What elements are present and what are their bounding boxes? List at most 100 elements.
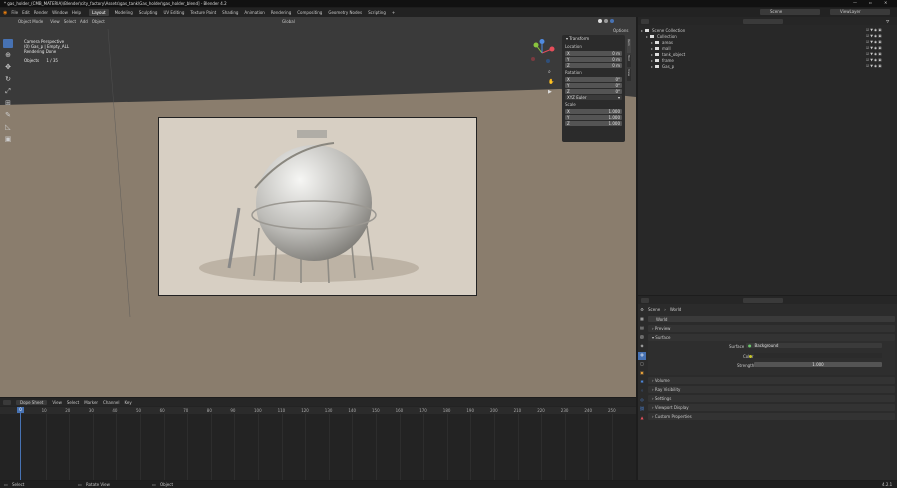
dope-menu-channel[interactable]: Channel (103, 400, 119, 405)
move-tool-icon[interactable]: ✥ (3, 63, 13, 72)
measure-tool-icon[interactable]: ◺ (3, 123, 13, 132)
tab-compositing[interactable]: Compositing (297, 10, 322, 15)
world-datablock-field[interactable]: World (648, 316, 895, 322)
viewport-menu-add[interactable]: Add (80, 19, 88, 24)
surface-panel[interactable]: ▾ Surface (648, 334, 895, 341)
viewport-menu-view[interactable]: View (50, 19, 60, 24)
tab-scripting[interactable]: Scripting (368, 10, 386, 15)
rotation-y-field[interactable]: Y 0° (565, 83, 622, 88)
blender-logo-icon[interactable]: ◉ (3, 10, 7, 16)
strength-field[interactable]: 1.000 (754, 362, 882, 367)
menu-render[interactable]: Render (34, 10, 48, 15)
transform-orientation[interactable]: Global (278, 18, 299, 24)
tab-view[interactable]: View (627, 69, 631, 81)
location-y-field[interactable]: Y0 m (565, 57, 622, 62)
close-button[interactable]: ✕ (884, 0, 887, 5)
tab-shading[interactable]: Shading (222, 10, 238, 15)
visibility-toggles[interactable]: ☑ ▼ ◉ ▣ (866, 58, 882, 62)
dope-sheet[interactable]: Dope Sheet View Select Marker Channel Ke… (0, 398, 636, 480)
visibility-toggles[interactable]: ☑ ▼ ◉ ▣ (866, 64, 882, 68)
properties-search-input[interactable] (743, 297, 783, 303)
cursor-tool-icon[interactable]: ⊕ (3, 51, 13, 60)
viewport-menu-select[interactable]: Select (64, 19, 76, 24)
settings-panel[interactable]: › Settings (648, 395, 895, 402)
dope-menu-key[interactable]: Key (124, 400, 131, 405)
properties-editor[interactable]: ⚙ ▦ ▤ ▧ ◈ ◍ ▢ ▣ ✱ ⁘ ◎ ⛓ ▲ Scene › World … (638, 296, 897, 480)
filter-icon[interactable]: ⛛ (886, 19, 889, 24)
expand-arrow-icon[interactable]: ▸ (651, 52, 653, 57)
output-tab-icon[interactable]: ▤ (638, 325, 646, 333)
visibility-toggles[interactable]: ☑ ▼ ◉ ▣ (866, 34, 882, 38)
ray-visibility-panel[interactable]: › Ray Visibility (648, 386, 895, 393)
expand-arrow-icon[interactable]: ▸ (646, 34, 648, 39)
visibility-toggles[interactable]: ☑ ▼ ◉ ▣ (866, 28, 882, 32)
scene-selector[interactable]: Scene (760, 9, 820, 15)
dope-menu-select[interactable]: Select (67, 400, 79, 405)
scale-tool-icon[interactable]: ⤢ (3, 87, 13, 96)
data-tab-icon[interactable]: ▲ (638, 415, 646, 423)
render-tab-icon[interactable]: ▦ (638, 316, 646, 324)
collection-tab-icon[interactable]: ▢ (638, 361, 646, 369)
object-tab-icon[interactable]: ▣ (638, 370, 646, 378)
camera-view-icon[interactable]: ▶ (548, 89, 552, 95)
zoom-view-icon[interactable]: ⌕ (548, 69, 551, 75)
tab-layout[interactable]: Layout (88, 9, 109, 16)
menu-help[interactable]: Help (72, 10, 81, 15)
shading-rendered-icon[interactable] (610, 19, 614, 23)
preview-panel[interactable]: › Preview (648, 325, 895, 332)
maximize-button[interactable]: ▫ (869, 0, 872, 5)
menu-window[interactable]: Window (52, 10, 68, 15)
transform-tool-icon[interactable]: ⊞ (3, 99, 13, 108)
add-workspace-button[interactable]: + (392, 10, 395, 15)
view-layer-selector[interactable]: ViewLayer (830, 9, 890, 15)
physics-tab-icon[interactable]: ◎ (638, 397, 646, 405)
particles-tab-icon[interactable]: ⁘ (638, 388, 646, 396)
dope-menu-marker[interactable]: Marker (84, 400, 98, 405)
properties-editor-type[interactable] (641, 297, 649, 303)
visibility-toggles[interactable]: ☑ ▼ ◉ ▣ (866, 52, 882, 56)
editor-type-button[interactable] (3, 18, 11, 24)
expand-arrow-icon[interactable]: ▸ (651, 40, 653, 45)
outliner-search-input[interactable] (743, 18, 783, 24)
shading-solid-icon[interactable] (598, 19, 602, 23)
annotate-tool-icon[interactable]: ✎ (3, 111, 13, 120)
scale-z-field[interactable]: Z 1.000 (565, 121, 622, 126)
navigation-gizmo[interactable] (528, 39, 556, 67)
expand-arrow-icon[interactable]: ▸ (651, 64, 653, 69)
modifier-tab-icon[interactable]: ✱ (638, 379, 646, 387)
frame-ruler[interactable]: 10 20 30 40 50 60 70 80 90 100 110 120 130 140 150 160 1… (0, 407, 636, 414)
menu-edit[interactable]: Edit (22, 10, 30, 15)
tab-rendering[interactable]: Rendering (271, 10, 291, 15)
scene-tab-icon[interactable]: ◈ (638, 343, 646, 351)
menu-file[interactable]: File (11, 10, 18, 15)
tab-sculpting[interactable]: Sculpting (139, 10, 158, 15)
dope-sheet-mode[interactable]: Dope Sheet (16, 399, 48, 405)
surface-shader-field[interactable]: ● Background (746, 343, 882, 348)
rotation-z-field[interactable]: Z 0° (565, 89, 622, 94)
add-cube-tool-icon[interactable]: ▣ (3, 135, 13, 144)
outliner[interactable]: ⛛ ▸ Scene Collection ☑ ▼ ◉ ▣ ▸ Collection ☑ ▼… (638, 17, 897, 295)
scale-y-field[interactable]: Y 1.000 (565, 115, 622, 120)
dope-menu-view[interactable]: View (52, 400, 62, 405)
tab-geometry-nodes[interactable]: Geometry Nodes (328, 10, 362, 15)
pan-view-icon[interactable]: ✋ (548, 79, 554, 85)
expand-arrow-icon[interactable]: ▸ (651, 46, 653, 51)
viewport-3d[interactable]: Object Mode View Select Add Object Globa… (0, 17, 636, 397)
location-x-field[interactable]: X0 m (565, 51, 622, 56)
tab-animation[interactable]: Animation (244, 10, 264, 15)
volume-panel[interactable]: › Volume (648, 377, 895, 384)
tab-modeling[interactable]: Modeling (115, 10, 133, 15)
constraints-tab-icon[interactable]: ⛓ (638, 406, 646, 414)
visibility-toggles[interactable]: ☑ ▼ ◉ ▣ (866, 46, 882, 50)
outliner-editor-type[interactable] (641, 18, 649, 24)
viewport-menu-object[interactable]: Object (92, 19, 105, 24)
select-box-tool-icon[interactable] (3, 39, 13, 48)
minimize-button[interactable]: — (853, 0, 857, 5)
viewport-display-panel[interactable]: › Viewport Display (648, 404, 895, 411)
color-field[interactable] (754, 353, 882, 358)
shading-material-icon[interactable] (604, 19, 608, 23)
visibility-toggles[interactable]: ☑ ▼ ◉ ▣ (866, 40, 882, 44)
options-button[interactable]: Options (610, 28, 632, 33)
custom-properties-panel[interactable]: › Custom Properties (648, 413, 895, 420)
world-tab-icon[interactable]: ◍ (638, 352, 646, 360)
